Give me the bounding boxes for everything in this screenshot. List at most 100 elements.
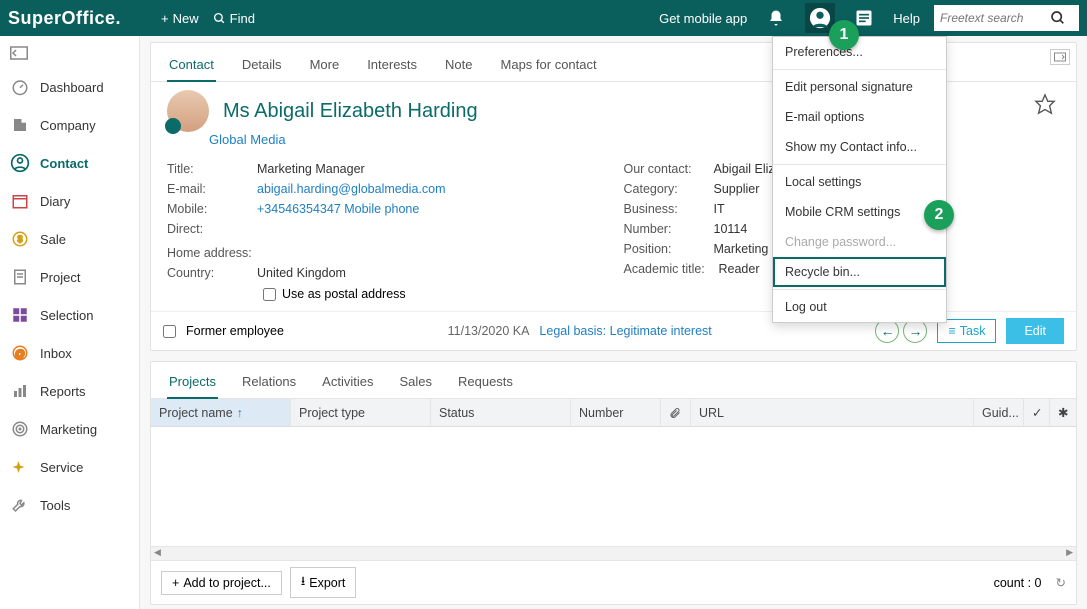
direct-label: Direct:	[167, 222, 257, 236]
diary-icon	[10, 191, 30, 211]
sidenav-toggle-icon[interactable]	[10, 46, 34, 60]
sidebar-item-inbox[interactable]: @Inbox	[0, 334, 139, 372]
subtab-relations[interactable]: Relations	[240, 366, 298, 398]
sidebar-item-label: Company	[40, 118, 96, 133]
sidebar-item-dashboard[interactable]: Dashboard	[0, 68, 139, 106]
star-icon[interactable]	[1034, 93, 1056, 115]
tab-maps-for-contact[interactable]: Maps for contact	[499, 49, 599, 81]
category-label: Category:	[624, 182, 714, 196]
sidebar-item-tools[interactable]: Tools	[0, 486, 139, 524]
status-date: 11/13/2020 KA	[448, 324, 530, 338]
search-icon	[213, 12, 226, 25]
edit-button[interactable]: Edit	[1006, 318, 1064, 344]
person-name: Ms Abigail Elizabeth Harding	[223, 100, 478, 123]
menu-item-recycle-bin[interactable]: Recycle bin...	[773, 257, 946, 287]
find-label: Find	[230, 11, 255, 26]
avatar	[167, 90, 209, 132]
hamburger-icon: ≡	[948, 324, 955, 338]
sidebar-item-label: Marketing	[40, 422, 97, 437]
grid-header: Project name↑ Project type Status Number…	[151, 399, 1076, 427]
business-label: Business:	[624, 202, 714, 216]
search-input[interactable]	[940, 11, 1050, 25]
sidebar-item-contact[interactable]: Contact	[0, 144, 139, 182]
menu-item-preferences[interactable]: Preferences...	[773, 37, 946, 67]
col-guid[interactable]: Guid...	[974, 399, 1024, 426]
subtabs: Projects Relations Activities Sales Requests	[151, 362, 1076, 399]
project-icon	[10, 267, 30, 287]
tools-icon	[10, 495, 30, 515]
former-checkbox[interactable]	[163, 325, 176, 338]
sidebar-item-selection[interactable]: Selection	[0, 296, 139, 334]
marketing-icon	[10, 419, 30, 439]
tab-contact[interactable]: Contact	[167, 49, 216, 82]
col-number[interactable]: Number	[571, 399, 661, 426]
sidebar-item-reports[interactable]: Reports	[0, 372, 139, 410]
sidebar-item-label: Project	[40, 270, 80, 285]
subtab-activities[interactable]: Activities	[320, 366, 375, 398]
col-status[interactable]: Status	[431, 399, 571, 426]
subtab-requests[interactable]: Requests	[456, 366, 515, 398]
col-project-name[interactable]: Project name↑	[151, 399, 291, 426]
new-button[interactable]: + New	[161, 11, 199, 26]
menu-item-log-out[interactable]: Log out	[773, 292, 946, 322]
export-button[interactable]: ⭳Export	[290, 567, 357, 598]
inbox-icon: @	[10, 343, 30, 363]
mobile-value[interactable]: +34546354347 Mobile phone	[257, 202, 419, 216]
former-label: Former employee	[186, 324, 284, 338]
sidenav: Dashboard Company Contact Diary $Sale Project…	[0, 36, 140, 609]
tab-details[interactable]: Details	[240, 49, 284, 81]
our-contact-label: Our contact:	[624, 162, 714, 176]
sidebar-item-label: Diary	[40, 194, 70, 209]
paperclip-icon	[669, 407, 681, 419]
sidebar-item-sale[interactable]: $Sale	[0, 220, 139, 258]
download-icon: ⭳	[301, 572, 305, 593]
category-value: Supplier	[714, 182, 760, 196]
expand-icon[interactable]	[1050, 49, 1070, 65]
tab-interests[interactable]: Interests	[365, 49, 419, 81]
user-menu: Preferences... Edit personal signatureE-m…	[772, 36, 947, 323]
help-link[interactable]: Help	[893, 11, 920, 26]
svg-text:@: @	[15, 348, 26, 360]
gear-icon: ✱	[1058, 405, 1068, 420]
menu-item-mobile-crm-settings[interactable]: Mobile CRM settings	[773, 197, 946, 227]
sidebar-item-marketing[interactable]: Marketing	[0, 410, 139, 448]
col-check[interactable]: ✓	[1024, 399, 1050, 426]
search-icon[interactable]	[1050, 10, 1066, 26]
email-value[interactable]: abigail.harding@globalmedia.com	[257, 182, 446, 196]
col-settings[interactable]: ✱	[1050, 399, 1076, 426]
sidebar-item-service[interactable]: Service	[0, 448, 139, 486]
position-label: Position:	[624, 242, 714, 256]
legal-basis-link[interactable]: Legal basis: Legitimate interest	[539, 324, 711, 338]
menu-item-e-mail-options[interactable]: E-mail options	[773, 102, 946, 132]
title-label: Title:	[167, 162, 257, 176]
subtab-projects[interactable]: Projects	[167, 366, 218, 399]
bell-icon[interactable]	[761, 3, 791, 33]
horizontal-scrollbar[interactable]	[151, 546, 1076, 560]
sidebar-item-diary[interactable]: Diary	[0, 182, 139, 220]
menu-item-local-settings[interactable]: Local settings	[773, 167, 946, 197]
check-icon: ✓	[1032, 405, 1042, 420]
search-box[interactable]	[934, 5, 1079, 31]
menu-item-edit-personal-signature[interactable]: Edit personal signature	[773, 72, 946, 102]
svg-text:$: $	[17, 234, 22, 244]
subtab-sales[interactable]: Sales	[397, 366, 434, 398]
find-button[interactable]: Find	[213, 11, 255, 26]
postal-checkbox[interactable]	[263, 288, 276, 301]
plus-icon: +	[161, 11, 169, 26]
email-label: E-mail:	[167, 182, 257, 196]
tab-note[interactable]: Note	[443, 49, 474, 81]
col-project-type[interactable]: Project type	[291, 399, 431, 426]
refresh-icon[interactable]: ↻	[1056, 575, 1066, 590]
col-attachment[interactable]	[661, 399, 691, 426]
menu-separator	[773, 69, 946, 70]
sidebar-item-company[interactable]: Company	[0, 106, 139, 144]
mobile-app-link[interactable]: Get mobile app	[659, 11, 747, 26]
col-url[interactable]: URL	[691, 399, 974, 426]
country-label: Country:	[167, 266, 257, 280]
topbar: SuperOffice. + New Find Get mobile app H…	[0, 0, 1087, 36]
add-to-project-button[interactable]: +Add to project...	[161, 571, 282, 595]
callout-badge-1: 1	[829, 20, 859, 50]
menu-item-show-my-contact-info[interactable]: Show my Contact info...	[773, 132, 946, 162]
sidebar-item-project[interactable]: Project	[0, 258, 139, 296]
tab-more[interactable]: More	[308, 49, 342, 81]
